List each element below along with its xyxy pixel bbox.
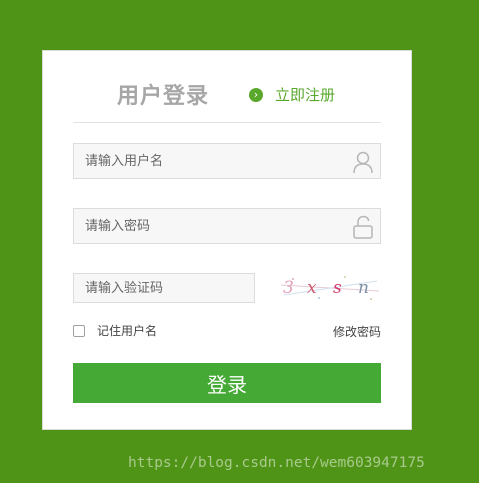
remember-checkbox[interactable] (73, 324, 85, 337)
captcha-field-wrapper (73, 273, 255, 303)
remember-label: 记住用户名 (97, 324, 158, 338)
change-password-link[interactable]: 修改密码 (333, 323, 381, 340)
user-icon (353, 151, 373, 174)
remember-username[interactable]: 记住用户名 (73, 322, 157, 339)
username-field-wrapper (73, 143, 381, 179)
captcha-input[interactable] (74, 274, 254, 302)
login-panel: 用户登录 › 立即注册 3 x s n (42, 50, 412, 430)
register-link[interactable]: › 立即注册 (249, 84, 335, 105)
login-button[interactable]: 登录 (73, 363, 381, 403)
register-label: 立即注册 (275, 86, 336, 104)
username-input[interactable] (74, 144, 380, 178)
captcha-image[interactable]: 3 x s n (279, 271, 383, 305)
captcha-char: x (307, 278, 317, 298)
password-field-wrapper (73, 208, 381, 244)
password-input[interactable] (74, 209, 380, 243)
page-title: 用户登录 (117, 84, 210, 109)
captcha-char: n (358, 278, 369, 298)
captcha-char: 3 (283, 278, 294, 298)
captcha-char: s (333, 278, 342, 298)
chevron-right-icon: › (249, 87, 263, 102)
watermark-text: https://blog.csdn.net/wem603947175 (128, 455, 425, 471)
login-header: 用户登录 › 立即注册 (73, 51, 381, 123)
unlock-icon (353, 215, 373, 239)
